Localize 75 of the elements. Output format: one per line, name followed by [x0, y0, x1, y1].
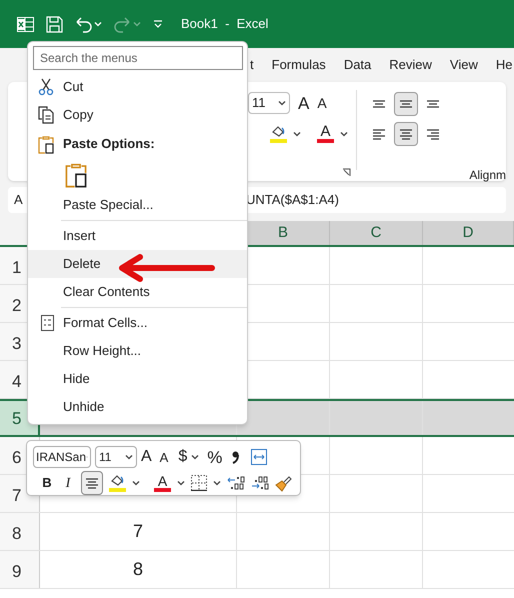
group-label: Alignm: [469, 167, 506, 184]
undo-menu-icon: [94, 21, 102, 27]
cell-value: 7: [132, 520, 143, 543]
align-button[interactable]: [394, 92, 418, 116]
ribbon-tab[interactable]: Formulas: [272, 55, 326, 75]
paste-button[interactable]: [65, 162, 87, 188]
comma-style-icon[interactable]: [232, 450, 240, 464]
row-header[interactable]: 9: [12, 558, 22, 584]
decrease-decimal-icon[interactable]: [251, 476, 269, 490]
wrap-text-icon[interactable]: [251, 449, 268, 465]
italic-button[interactable]: I: [61, 472, 75, 494]
percent-button[interactable]: %: [207, 448, 222, 466]
redo-menu-icon: [133, 21, 141, 27]
center-align-button[interactable]: [81, 471, 103, 495]
font-name-field[interactable]: IRANSan: [33, 446, 91, 468]
row-header[interactable]: 4: [12, 368, 22, 394]
ribbon-tab[interactable]: He: [496, 55, 512, 75]
row-header[interactable]: 3: [12, 330, 22, 356]
increase-decimal-icon[interactable]: [227, 476, 245, 490]
shrink-font-button[interactable]: A: [160, 450, 168, 464]
align-icon: [371, 128, 387, 140]
dialog-launcher-icon[interactable]: [342, 168, 351, 177]
menu-item[interactable]: Paste Special...: [28, 191, 247, 219]
row-header[interactable]: 8: [12, 520, 22, 546]
menu-item[interactable]: Cut: [28, 73, 247, 101]
align-icon: [398, 100, 414, 108]
format-cells-icon: [41, 315, 54, 331]
align-icon: [425, 128, 441, 140]
borders-icon[interactable]: [191, 475, 207, 491]
row-header[interactable]: 6: [12, 444, 22, 470]
align-icon: [398, 128, 414, 140]
fill-color-icon: [270, 124, 287, 142]
row-header[interactable]: 2: [12, 292, 22, 318]
save-icon[interactable]: [46, 16, 63, 32]
column-header[interactable]: D: [423, 221, 514, 245]
menu-heading: Paste Options:: [63, 135, 155, 154]
cell-value: 8: [132, 558, 143, 581]
bold-button[interactable]: B: [39, 473, 55, 493]
ribbon-tab[interactable]: View: [450, 55, 478, 75]
menu-item[interactable]: Copy: [28, 101, 247, 129]
font-size-field[interactable]: 11: [95, 446, 137, 468]
currency-button[interactable]: $: [178, 449, 188, 465]
menu-item[interactable]: Hide: [28, 365, 247, 393]
grow-font-button[interactable]: A: [298, 94, 310, 112]
align-icon: [371, 100, 387, 108]
search-field[interactable]: Search the menus: [33, 46, 243, 70]
color-bar-icon: [154, 488, 171, 492]
scissors-icon: [38, 78, 54, 96]
color-bar-icon: [317, 139, 334, 143]
fill-color-icon: [109, 474, 126, 492]
row-header[interactable]: 1: [12, 254, 22, 280]
shrink-font-button[interactable]: A: [317, 96, 327, 110]
ribbon-tab[interactable]: Data: [344, 55, 372, 75]
sheet-row[interactable]: 9 8: [0, 551, 514, 589]
ribbon-tab[interactable]: t: [250, 55, 254, 75]
customize-toolbar-icon[interactable]: [153, 20, 163, 28]
align-icon: [425, 100, 441, 108]
sheet-row[interactable]: 8 7: [0, 513, 514, 551]
arrow-icon: [116, 254, 216, 282]
clipboard-icon: [65, 162, 87, 188]
undo-icon[interactable]: [75, 16, 92, 32]
spreadsheet-app-icon[interactable]: [17, 16, 34, 32]
grow-font-button[interactable]: A: [141, 449, 152, 465]
column-header[interactable]: C: [330, 221, 423, 245]
copy-icon: [36, 106, 54, 124]
paintbrush-icon[interactable]: [275, 474, 292, 492]
ribbon-tab[interactable]: Review: [389, 55, 432, 75]
font-color-label[interactable]: A: [158, 474, 168, 488]
row-header[interactable]: 7: [12, 482, 22, 508]
font-color-label[interactable]: A: [320, 124, 330, 139]
align-button[interactable]: [394, 122, 418, 146]
row-header[interactable]: 5: [12, 406, 22, 431]
window-title: Book1 - Excel: [181, 15, 268, 34]
align-icon: [84, 478, 100, 488]
clipboard-icon: [38, 134, 54, 154]
